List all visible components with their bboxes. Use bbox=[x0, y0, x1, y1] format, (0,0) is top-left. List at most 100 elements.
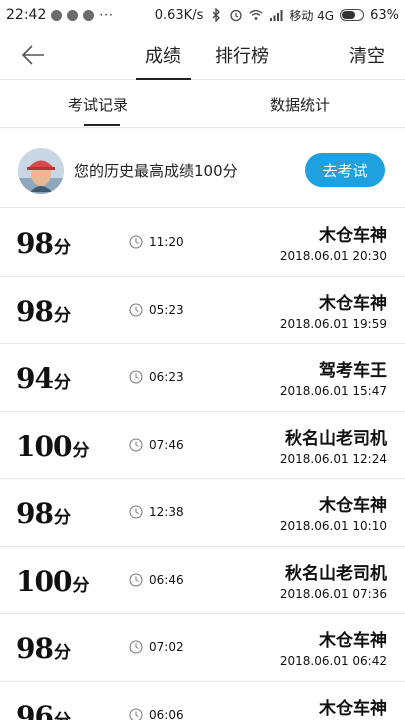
duration: 07:02 bbox=[129, 640, 184, 654]
duration-value: 11:20 bbox=[149, 235, 184, 249]
tab-leaderboard[interactable]: 排行榜 bbox=[215, 42, 269, 68]
score-unit: 分 bbox=[53, 643, 71, 663]
carrier-label: 移动 4G bbox=[289, 8, 335, 23]
signal-icon bbox=[270, 10, 283, 21]
record-date: 2018.06.01 06:42 bbox=[279, 654, 387, 668]
alarm-icon bbox=[230, 9, 242, 22]
notification-icon bbox=[83, 9, 95, 21]
record-date: 2018.06.01 15:47 bbox=[279, 384, 387, 398]
record-row[interactable]: 100 分 07:46 秋名山老司机 2018.06.01 12:24 bbox=[0, 412, 405, 479]
score: 100 分 bbox=[16, 430, 89, 463]
score-unit: 分 bbox=[53, 508, 71, 528]
score-unit: 分 bbox=[53, 305, 71, 326]
duration: 07:46 bbox=[129, 438, 184, 452]
records-list: 98 分 11:20 木仓车神 2018.06.01 20:30 98 分 05… bbox=[0, 209, 405, 720]
active-subtab-indicator bbox=[84, 124, 120, 126]
user-name: 木仓车神 bbox=[319, 698, 387, 719]
score: 98 分 bbox=[16, 227, 71, 260]
user-name: 木仓车神 bbox=[319, 293, 387, 314]
best-score-text: 您的历史最高成绩100分 bbox=[74, 162, 238, 180]
duration-value: 06:23 bbox=[149, 370, 184, 384]
clock-icon bbox=[129, 573, 143, 586]
take-exam-button[interactable]: 去考试 bbox=[305, 153, 385, 187]
user-name: 驾考车王 bbox=[319, 361, 387, 381]
score-value: 98 bbox=[16, 227, 54, 260]
score: 96 分 bbox=[16, 700, 71, 720]
score: 98 分 bbox=[16, 497, 71, 530]
score-value: 98 bbox=[16, 294, 54, 328]
duration: 06:23 bbox=[129, 370, 184, 384]
app-header: 成绩 排行榜 清空 bbox=[0, 30, 405, 80]
clock-icon bbox=[129, 708, 143, 720]
duration-value: 07:46 bbox=[149, 437, 184, 452]
notification-icon bbox=[51, 9, 63, 21]
record-row[interactable]: 94 分 06:23 驾考车王 2018.06.01 15:47 bbox=[0, 344, 405, 412]
duration: 06:46 bbox=[129, 573, 184, 587]
record-row[interactable]: 98 分 11:20 木仓车神 2018.06.01 20:30 bbox=[0, 209, 405, 277]
duration: 12:38 bbox=[129, 505, 184, 519]
duration-value: 05:23 bbox=[149, 302, 184, 317]
score-value: 94 bbox=[16, 362, 54, 395]
score-value: 98 bbox=[16, 632, 54, 665]
user-name: 木仓车神 bbox=[319, 226, 387, 246]
record-date: 2018.06.01 07:36 bbox=[279, 586, 387, 601]
clock-icon bbox=[129, 303, 143, 316]
clock-icon bbox=[129, 438, 143, 451]
record-date: 2018.06.01 12:24 bbox=[279, 451, 387, 466]
avatar-image bbox=[18, 148, 64, 194]
tab-scores[interactable]: 成绩 bbox=[145, 42, 181, 68]
score: 98 分 bbox=[16, 295, 71, 328]
network-speed: 0.63K/s bbox=[154, 7, 204, 23]
tab-statistics[interactable]: 数据统计 bbox=[270, 94, 330, 115]
record-row[interactable]: 96 分 06:06 木仓车神 bbox=[0, 682, 405, 720]
score: 98 分 bbox=[16, 632, 71, 665]
record-date: 2018.06.01 20:30 bbox=[279, 249, 387, 263]
duration-value: 12:38 bbox=[149, 505, 184, 519]
duration-value: 07:02 bbox=[149, 640, 184, 654]
clock-icon bbox=[129, 640, 143, 654]
record-date: 2018.06.01 10:10 bbox=[279, 519, 387, 533]
best-score-banner: 您的历史最高成绩100分 去考试 bbox=[0, 138, 405, 208]
clear-button[interactable]: 清空 bbox=[349, 42, 385, 68]
score-value: 96 bbox=[16, 699, 54, 720]
duration-value: 06:46 bbox=[149, 572, 184, 587]
user-name: 木仓车神 bbox=[319, 631, 387, 651]
clock-icon bbox=[129, 235, 143, 249]
wifi-icon bbox=[249, 10, 263, 20]
score: 100 分 bbox=[16, 565, 89, 598]
user-name: 秋名山老司机 bbox=[285, 428, 387, 449]
duration: 11:20 bbox=[129, 235, 184, 249]
record-row[interactable]: 100 分 06:46 秋名山老司机 2018.06.01 07:36 bbox=[0, 547, 405, 614]
user-name: 木仓车神 bbox=[319, 496, 387, 516]
battery-percent: 63% bbox=[370, 7, 399, 23]
score-unit: 分 bbox=[54, 706, 71, 720]
battery-icon bbox=[340, 9, 365, 21]
record-date: 2018.06.01 19:59 bbox=[279, 316, 387, 331]
score-value: 100 bbox=[16, 429, 72, 463]
bluetooth-icon bbox=[212, 8, 221, 22]
notification-icon bbox=[67, 9, 79, 21]
status-time: 22:42 bbox=[6, 7, 47, 23]
duration: 06:06 bbox=[129, 708, 184, 720]
status-bar: 22:42 ··· 0.63K/s 移动 4G 63% bbox=[0, 0, 405, 30]
back-arrow-icon[interactable] bbox=[18, 40, 48, 70]
record-row[interactable]: 98 分 05:23 木仓车神 2018.06.01 19:59 bbox=[0, 277, 405, 344]
clock-icon bbox=[129, 370, 143, 384]
record-row[interactable]: 98 分 12:38 木仓车神 2018.06.01 10:10 bbox=[0, 479, 405, 547]
avatar[interactable] bbox=[18, 148, 64, 194]
score-unit: 分 bbox=[72, 440, 90, 461]
score-unit: 分 bbox=[72, 575, 90, 596]
tab-exam-records[interactable]: 考试记录 bbox=[68, 94, 128, 115]
more-notifications-indicator: ··· bbox=[99, 8, 114, 22]
score: 94 分 bbox=[16, 362, 71, 395]
user-name: 秋名山老司机 bbox=[285, 563, 387, 584]
duration: 05:23 bbox=[129, 303, 184, 317]
sub-tabs: 考试记录 数据统计 bbox=[0, 80, 405, 128]
score-value: 98 bbox=[16, 497, 54, 530]
score-value: 100 bbox=[16, 564, 72, 598]
clock-icon bbox=[129, 505, 143, 519]
duration-value: 06:06 bbox=[149, 707, 184, 720]
record-row[interactable]: 98 分 07:02 木仓车神 2018.06.01 06:42 bbox=[0, 614, 405, 682]
score-unit: 分 bbox=[53, 238, 71, 258]
score-unit: 分 bbox=[53, 373, 71, 393]
